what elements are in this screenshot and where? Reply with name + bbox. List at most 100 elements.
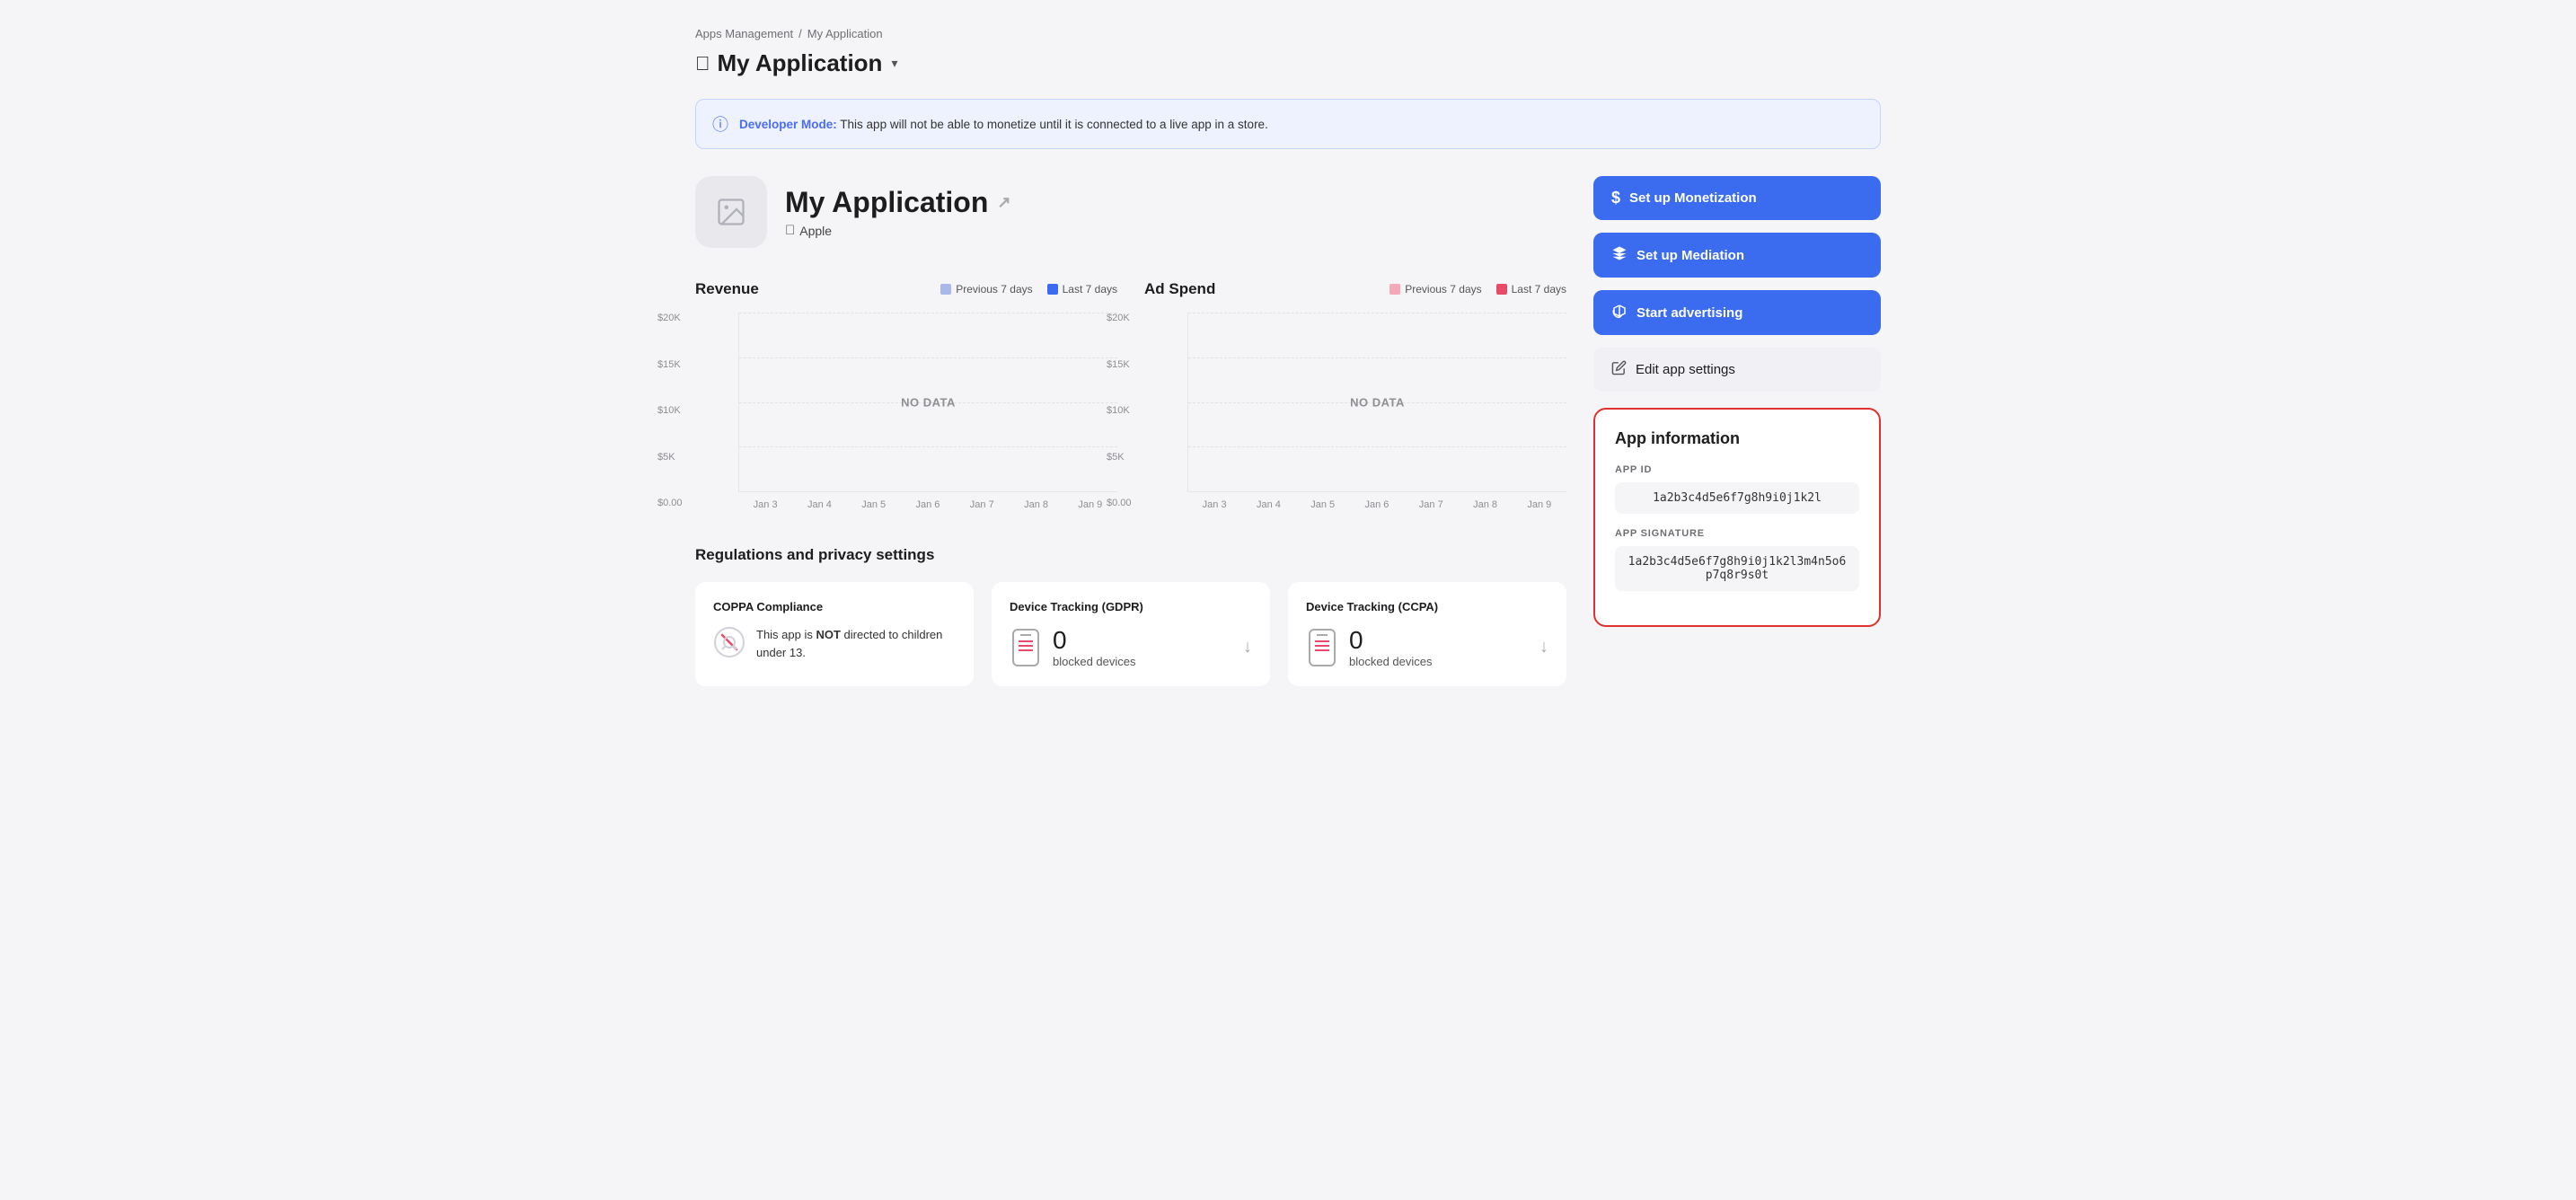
adspend-chart-card: Ad Spend Previous 7 days Last 7 days bbox=[1144, 280, 1566, 510]
app-signature-value: 1a2b3c4d5e6f7g8h9i0j1k2l3m4n5o6p7q8r9s0t bbox=[1615, 546, 1859, 591]
coppa-text: This app is NOT directed to children und… bbox=[756, 626, 956, 661]
adspend-last-label: Last 7 days bbox=[1512, 283, 1566, 296]
banner-label: Developer Mode: bbox=[739, 118, 837, 131]
adspend-prev-label: Previous 7 days bbox=[1405, 283, 1481, 296]
right-column: $ Set up Monetization Set up Mediation bbox=[1593, 176, 1881, 686]
developer-mode-banner: ⓘ Developer Mode: This app will not be a… bbox=[695, 99, 1881, 149]
banner-text: Developer Mode: This app will not be abl… bbox=[739, 118, 1268, 131]
advertising-label: Start advertising bbox=[1636, 305, 1742, 321]
monetization-button[interactable]: $ Set up Monetization bbox=[1593, 176, 1881, 220]
platform-name: Apple bbox=[799, 224, 832, 238]
ccpa-card: Device Tracking (CCPA) bbox=[1288, 582, 1566, 686]
revenue-prev-label: Previous 7 days bbox=[956, 283, 1032, 296]
adspend-chart-title: Ad Spend bbox=[1144, 280, 1215, 298]
breadcrumb-separator: / bbox=[798, 27, 802, 40]
adspend-prev-dot bbox=[1389, 284, 1400, 295]
coppa-text-before: This app is bbox=[756, 628, 816, 641]
revenue-y-labels: $20K $15K $10K $5K $0.00 bbox=[657, 313, 683, 510]
ccpa-label: blocked devices bbox=[1349, 655, 1433, 668]
revenue-chart-card: Revenue Previous 7 days Last 7 days bbox=[695, 280, 1117, 510]
gridline bbox=[1188, 446, 1566, 447]
mediation-icon bbox=[1611, 245, 1628, 261]
adspend-last-dot bbox=[1496, 284, 1507, 295]
gdpr-card: Device Tracking (GDPR) bbox=[992, 582, 1270, 686]
revenue-x-labels: Jan 3 Jan 4 Jan 5 Jan 6 Jan 7 Jan 8 Jan … bbox=[738, 499, 1117, 510]
breadcrumb-current: My Application bbox=[807, 27, 883, 40]
gdpr-count-info: 0 blocked devices bbox=[1053, 626, 1136, 668]
app-name-text: My Application bbox=[785, 186, 988, 219]
ccpa-download-icon[interactable]: ↓ bbox=[1539, 637, 1548, 657]
app-header-info: My Application ↗  Apple bbox=[785, 186, 1010, 238]
gridline bbox=[739, 446, 1117, 447]
adspend-chart-legend: Previous 7 days Last 7 days bbox=[1389, 283, 1566, 296]
image-placeholder-icon bbox=[715, 196, 747, 228]
app-signature-label: APP SIGNATURE bbox=[1615, 528, 1859, 539]
revenue-last-dot bbox=[1047, 284, 1058, 295]
ccpa-count-left: 0 blocked devices bbox=[1306, 626, 1433, 668]
coppa-card: COPPA Compliance This app is NOT directe… bbox=[695, 582, 974, 686]
gdpr-count: 0 bbox=[1053, 626, 1136, 655]
revenue-last-label: Last 7 days bbox=[1063, 283, 1117, 296]
main-grid: My Application ↗  Apple Revenue bbox=[695, 176, 1881, 686]
gdpr-label: blocked devices bbox=[1053, 655, 1136, 668]
adspend-last-legend: Last 7 days bbox=[1496, 283, 1566, 296]
app-title: My Application bbox=[718, 49, 883, 77]
adspend-chart-header: Ad Spend Previous 7 days Last 7 days bbox=[1144, 280, 1566, 298]
dollar-icon: $ bbox=[1611, 189, 1620, 207]
left-column: My Application ↗  Apple Revenue bbox=[695, 176, 1566, 686]
regulations-section: Regulations and privacy settings COPPA C… bbox=[695, 546, 1566, 686]
app-name-heading: My Application ↗ bbox=[785, 186, 1010, 219]
app-info-title: App information bbox=[1615, 429, 1859, 448]
apple-platform-icon:  bbox=[785, 223, 795, 238]
gridline bbox=[1188, 357, 1566, 358]
breadcrumb: Apps Management / My Application bbox=[695, 27, 1881, 40]
app-id-field: APP ID 1a2b3c4d5e6f7g8h9i0j1k2l bbox=[1615, 464, 1859, 514]
app-title-row:  My Application ▾ bbox=[695, 49, 1881, 77]
dropdown-arrow-icon[interactable]: ▾ bbox=[891, 56, 897, 71]
ccpa-count-info: 0 blocked devices bbox=[1349, 626, 1433, 668]
adspend-y-labels: $20K $15K $10K $5K $0.00 bbox=[1107, 313, 1132, 510]
adspend-prev-legend: Previous 7 days bbox=[1389, 283, 1481, 296]
mediation-button[interactable]: Set up Mediation bbox=[1593, 233, 1881, 278]
app-id-label: APP ID bbox=[1615, 464, 1859, 475]
coppa-title: COPPA Compliance bbox=[713, 600, 956, 613]
edit-settings-button[interactable]: Edit app settings bbox=[1593, 348, 1881, 392]
advertising-button[interactable]: Start advertising bbox=[1593, 290, 1881, 335]
page-container: Apps Management / My Application  My Ap… bbox=[659, 0, 1917, 713]
app-id-value: 1a2b3c4d5e6f7g8h9i0j1k2l bbox=[1615, 482, 1859, 514]
ccpa-body: 0 blocked devices ↓ bbox=[1306, 626, 1548, 668]
revenue-prev-legend: Previous 7 days bbox=[940, 283, 1032, 296]
app-icon-placeholder bbox=[695, 176, 767, 248]
pencil-square-icon bbox=[1611, 360, 1627, 375]
gdpr-count-left: 0 blocked devices bbox=[1010, 626, 1136, 668]
revenue-chart-legend: Previous 7 days Last 7 days bbox=[940, 283, 1117, 296]
adspend-no-data: NO DATA bbox=[1350, 395, 1405, 409]
ccpa-phone-icon bbox=[1306, 628, 1338, 667]
gdpr-phone-icon bbox=[1010, 628, 1042, 667]
edit-settings-label: Edit app settings bbox=[1636, 362, 1735, 377]
megaphone-icon bbox=[1611, 303, 1628, 319]
mediation-label: Set up Mediation bbox=[1636, 248, 1744, 263]
coppa-bold: NOT bbox=[816, 628, 840, 641]
external-link-icon[interactable]: ↗ bbox=[997, 193, 1010, 212]
banner-message: This app will not be able to monetize un… bbox=[840, 118, 1268, 131]
app-platform:  Apple bbox=[785, 223, 1010, 238]
ccpa-count: 0 bbox=[1349, 626, 1433, 655]
revenue-prev-dot bbox=[940, 284, 951, 295]
breadcrumb-parent[interactable]: Apps Management bbox=[695, 27, 793, 40]
monetization-label: Set up Monetization bbox=[1629, 190, 1757, 206]
apple-logo-icon:  bbox=[695, 52, 710, 75]
coppa-body: This app is NOT directed to children und… bbox=[713, 626, 956, 661]
revenue-no-data: NO DATA bbox=[901, 395, 956, 409]
revenue-last-legend: Last 7 days bbox=[1047, 283, 1117, 296]
app-header: My Application ↗  Apple bbox=[695, 176, 1566, 248]
app-signature-field: APP SIGNATURE 1a2b3c4d5e6f7g8h9i0j1k2l3m… bbox=[1615, 528, 1859, 591]
adspend-x-labels: Jan 3 Jan 4 Jan 5 Jan 6 Jan 7 Jan 8 Jan … bbox=[1187, 499, 1566, 510]
gdpr-body: 0 blocked devices ↓ bbox=[1010, 626, 1252, 668]
gdpr-title: Device Tracking (GDPR) bbox=[1010, 600, 1252, 613]
advertising-icon bbox=[1611, 303, 1628, 322]
gdpr-download-icon[interactable]: ↓ bbox=[1243, 637, 1252, 657]
revenue-chart-wrapper: $20K $15K $10K $5K $0.00 bbox=[695, 313, 1117, 510]
revenue-chart-header: Revenue Previous 7 days Last 7 days bbox=[695, 280, 1117, 298]
gridline bbox=[739, 357, 1117, 358]
